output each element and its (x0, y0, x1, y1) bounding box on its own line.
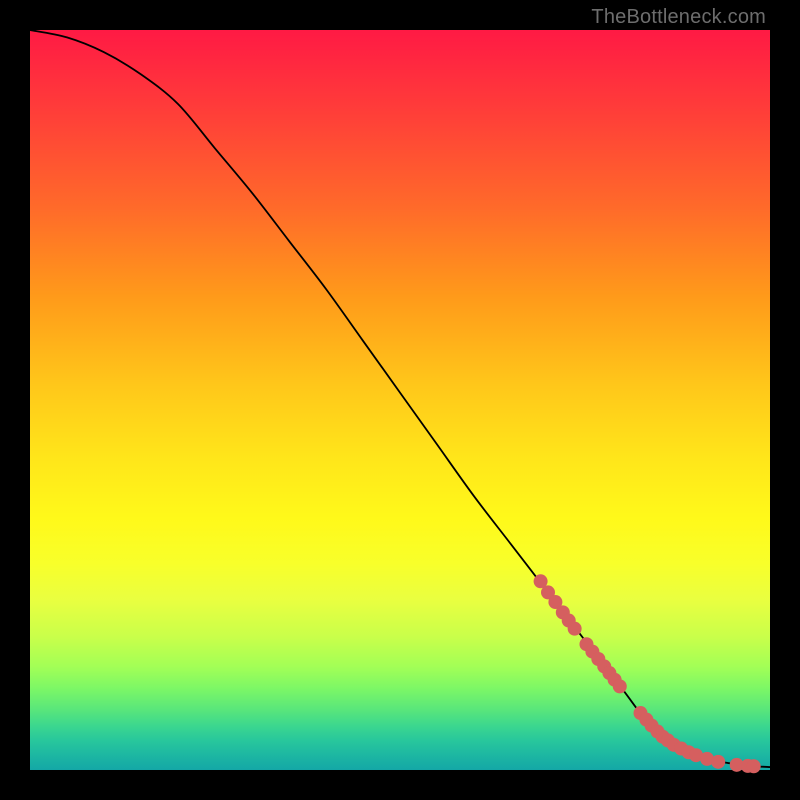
plot-area (30, 30, 770, 770)
highlight-points (534, 574, 761, 773)
bottleneck-curve (30, 30, 770, 767)
highlight-point (711, 755, 725, 769)
watermark-text: TheBottleneck.com (591, 6, 766, 29)
chart-svg (30, 30, 770, 770)
chart-frame: TheBottleneck.com (0, 0, 800, 800)
highlight-point (747, 759, 761, 773)
highlight-point (568, 622, 582, 636)
highlight-point (613, 679, 627, 693)
